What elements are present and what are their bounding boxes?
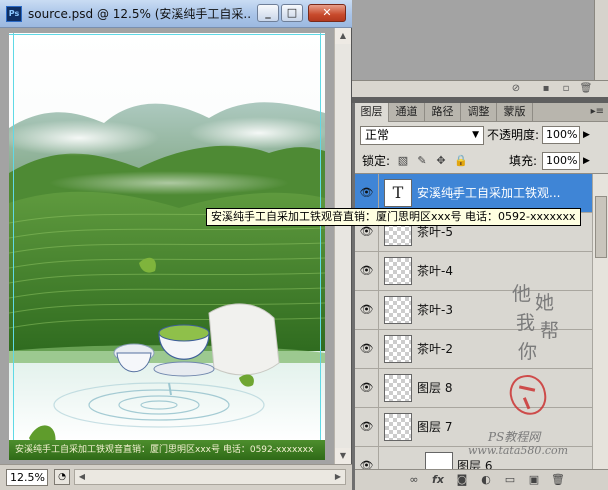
panel-tabs: 图层 通道 路径 调整 蒙版 ▸≡ [355, 103, 608, 122]
opacity-field[interactable]: 100% [542, 126, 580, 144]
layer-list-scrollbar[interactable] [592, 174, 608, 470]
layers-panel: 图层 通道 路径 调整 蒙版 ▸≡ 正常 ▼ 不透明度: 100% ▶ 锁定: … [355, 103, 608, 490]
document-statusbar: 12.5% ◔ ◀ ▶ [0, 464, 352, 490]
trash-icon[interactable]: 🗑 [549, 472, 567, 488]
layer-name: 茶叶-3 [417, 303, 453, 317]
document-vertical-scrollbar[interactable]: ▲ ▼ [334, 28, 351, 464]
status-info-icon: ◔ [58, 472, 66, 482]
eye-icon[interactable]: 👁 [355, 369, 379, 407]
photoshop-app-icon: Ps [6, 6, 22, 22]
maximize-button[interactable]: □ [281, 4, 303, 22]
trash-icon[interactable]: 🗑 [578, 81, 594, 97]
watermark-char: 我 [516, 312, 536, 334]
watermark-char: 帮 [540, 320, 560, 342]
layers-bottom-toolbar: ∞ fx ◙ ◐ ▭ ▣ 🗑 [355, 469, 608, 490]
text-layer-thumbnail: T [384, 179, 412, 207]
layer-thumbnail [384, 257, 412, 285]
chevron-down-icon: ▼ [472, 130, 479, 140]
layer-thumbnail [384, 374, 412, 402]
minimize-button[interactable]: _ [257, 4, 279, 22]
scroll-left-icon[interactable]: ◀ [75, 470, 89, 484]
layer-row[interactable]: 👁 茶叶-4 [355, 252, 592, 291]
layer-name: 图层 8 [417, 381, 453, 395]
link-layers-icon[interactable]: ∞ [405, 472, 423, 488]
scroll-up-icon[interactable]: ▲ [335, 28, 351, 44]
tab-adjustments[interactable]: 调整 [461, 103, 497, 121]
layer-thumbnail [384, 413, 412, 441]
document-horizontal-scrollbar[interactable]: ◀ ▶ [74, 469, 346, 485]
lock-pixels-icon[interactable]: ✎ [416, 155, 428, 167]
layer-style-icon[interactable]: fx [429, 472, 447, 488]
tab-channels[interactable]: 通道 [389, 103, 425, 121]
lock-label: 锁定: [362, 154, 391, 168]
document-titlebar[interactable]: Ps source.psd @ 12.5% (安溪纯手工自采... _ □ ✕ [0, 0, 352, 28]
layer-name: 茶叶-2 [417, 342, 453, 356]
no-entry-icon[interactable]: ⊘ [508, 81, 524, 97]
upper-panel-toolbar: ⊘ ▪ ▫ 🗑 [352, 80, 608, 97]
upper-panel: ⊘ ▪ ▫ 🗑 [352, 0, 608, 97]
zoom-level-field[interactable]: 12.5% [6, 469, 48, 486]
fill-field[interactable]: 100% [542, 152, 580, 170]
add-mask-icon[interactable]: ◙ [453, 472, 471, 488]
poster-footer-text: 安溪纯手工自采加工铁观音直销：厦门思明区xxx号 电话：0592-xxxxxxx [15, 445, 314, 455]
blend-mode-value: 正常 [365, 128, 390, 142]
watermark-char: 她 [535, 292, 555, 314]
fill-label: 填充: [509, 154, 538, 168]
eye-icon[interactable]: 👁 [355, 291, 379, 329]
guide-line [13, 33, 14, 460]
guide-line [9, 34, 325, 35]
layer-mask-thumbnail [425, 452, 453, 470]
layer-thumbnail [384, 296, 412, 324]
lock-transparency-icon[interactable]: ▧ [397, 155, 409, 167]
poster-artwork [9, 33, 325, 460]
lock-all-icon[interactable]: 🔒 [454, 155, 468, 167]
lock-position-icon[interactable]: ✥ [435, 155, 447, 167]
watermark-char: 他 [512, 283, 532, 305]
eye-icon[interactable]: 👁 [355, 174, 379, 212]
tab-masks[interactable]: 蒙版 [497, 103, 533, 121]
scroll-down-icon[interactable]: ▼ [335, 448, 351, 464]
eye-icon[interactable]: 👁 [355, 408, 379, 446]
status-menu-button[interactable]: ◔ [54, 469, 70, 485]
fill-slider-icon[interactable]: ▶ [583, 152, 590, 170]
hand-cursor-icon: ☝ [450, 188, 459, 204]
layer-thumbnail [384, 335, 412, 363]
eye-icon[interactable]: 👁 [355, 252, 379, 290]
panel-menu-icon[interactable]: ▸≡ [591, 104, 604, 120]
watermark-url: www.tata580.com [468, 444, 569, 457]
opacity-label: 不透明度: [487, 128, 540, 142]
new-layer-icon[interactable]: ▣ [525, 472, 543, 488]
watermark-char: 你 [518, 341, 538, 363]
layer-name-tooltip: 安溪纯手工自采加工铁观音直销：厦门思明区xxx号 电话：0592-xxxxxxx [206, 208, 581, 226]
scroll-right-icon[interactable]: ▶ [331, 470, 345, 484]
blend-mode-select[interactable]: 正常 ▼ [360, 126, 484, 145]
tab-paths[interactable]: 路径 [425, 103, 461, 121]
layer-name: 茶叶-4 [417, 264, 453, 278]
watermark-site-name: PS教程网 [488, 430, 541, 444]
upper-panel-scrollbar[interactable] [594, 0, 608, 80]
layer-row[interactable]: 👁 图层 7 [355, 408, 592, 447]
minimize-icon: _ [265, 6, 271, 19]
layer-name: 安溪纯手工自采加工铁观... [417, 186, 561, 200]
close-button[interactable]: ✕ [308, 4, 346, 22]
eye-icon[interactable]: 👁 [355, 330, 379, 368]
adjustment-layer-icon[interactable]: ◐ [477, 472, 495, 488]
new-item-icon[interactable]: ▫ [558, 81, 574, 97]
scrollbar-thumb[interactable] [595, 196, 607, 258]
guide-line [320, 33, 321, 460]
eye-icon[interactable]: 👁 [355, 447, 379, 470]
new-group-icon[interactable]: ▭ [501, 472, 519, 488]
document-canvas[interactable]: 安溪纯手工自采加工铁观音直销：厦门思明区xxx号 电话：0592-xxxxxxx [9, 33, 325, 460]
poster-footer-strip: 安溪纯手工自采加工铁观音直销：厦门思明区xxx号 电话：0592-xxxxxxx [9, 440, 325, 460]
maximize-icon: □ [286, 6, 298, 19]
tab-layers[interactable]: 图层 [355, 103, 389, 122]
opacity-slider-icon[interactable]: ▶ [583, 126, 590, 144]
close-icon: ✕ [322, 6, 332, 19]
document-title: source.psd @ 12.5% (安溪纯手工自采... [28, 7, 250, 21]
layer-row[interactable]: 👁 图层 8 [355, 369, 592, 408]
panel-option-icon[interactable]: ▪ [538, 81, 554, 97]
document-window: Ps source.psd @ 12.5% (安溪纯手工自采... _ □ ✕ [0, 0, 352, 490]
